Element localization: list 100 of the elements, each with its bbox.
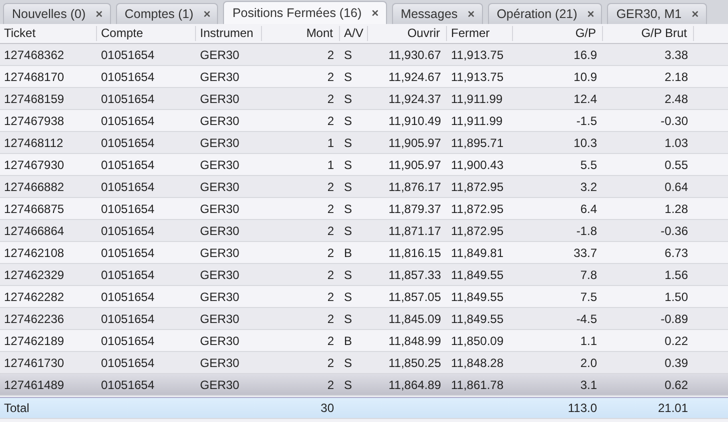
table-cell-text: 10.3 (572, 136, 598, 150)
table-cell-text: 11,816.15 (388, 246, 442, 260)
table-cell-text: GER30 (199, 246, 240, 260)
table-cell-text: 11,910.49 (388, 114, 442, 128)
table-cell-text: GER30 (199, 158, 240, 172)
table-cell-text: 11,872.95 (450, 224, 504, 238)
table-row[interactable]: 127466864 01051654 GER30 2 S 11,871.17 11,872.95 -1.8 -0.36 (0, 220, 728, 242)
table-cell-text: GER30 (199, 136, 240, 150)
table-cell-text: S (343, 224, 354, 238)
table-cell-text: S (343, 136, 354, 150)
table-cell-text: 2 (326, 180, 335, 194)
table-cell-text: 11,850.25 (388, 356, 442, 370)
tab[interactable]: GER30, M1 × (607, 3, 707, 24)
table-cell-text: GER30 (199, 378, 240, 392)
table-cell-text: 2 (326, 312, 335, 326)
table-cell-text: 6.4 (579, 202, 598, 216)
table-cell-text: 0.39 (664, 356, 689, 370)
table-cell-text: 11,849.55 (450, 268, 504, 282)
table-cell-text: S (343, 180, 354, 194)
table-cell-text: 127461489 (3, 378, 66, 392)
table-cell-text: S (343, 114, 354, 128)
table-cell-text: 0.22 (664, 334, 689, 348)
table-cell-text: 01051654 (100, 378, 156, 392)
tab[interactable]: Comptes (1) × (116, 3, 218, 24)
table-cell-text: 01051654 (100, 202, 156, 216)
table-cell-text: 01051654 (100, 224, 156, 238)
table-cell-text: 11,924.67 (388, 70, 442, 84)
table-cell-text: GER30 (199, 70, 240, 84)
table-cell-text: 11,849.55 (450, 312, 504, 326)
table-cell-text: 11,879.37 (388, 202, 442, 216)
close-icon[interactable]: × (96, 7, 103, 21)
column-header[interactable]: Compte (97, 26, 196, 41)
table-row[interactable]: 127466882 01051654 GER30 2 S 11,876.17 11,872.95 3.2 0.64 (0, 176, 728, 198)
table-cell-text: 127466882 (3, 180, 66, 194)
total-cell-text: 21.01 (656, 401, 689, 415)
table-cell-text: GER30 (199, 114, 240, 128)
table-cell-text: 127467930 (3, 158, 66, 172)
table-row[interactable]: 127461489 01051654 GER30 2 S 11,864.89 11,861.78 3.1 0.62 (0, 374, 728, 396)
table-cell-text: 7.5 (579, 290, 598, 304)
column-header[interactable]: Fermer (447, 26, 513, 41)
column-header[interactable]: Instrumen (196, 26, 262, 41)
table-cell-text: 10.9 (572, 70, 598, 84)
table-cell-text: GER30 (199, 268, 240, 282)
table-cell-text: GER30 (199, 312, 240, 326)
tab[interactable]: Messages × (392, 3, 483, 24)
column-header[interactable]: G/P (513, 26, 603, 41)
table-cell-text: 01051654 (100, 312, 156, 326)
close-icon[interactable]: × (692, 7, 699, 21)
column-header[interactable]: G/P Brut (603, 26, 694, 41)
table-cell-text: S (343, 70, 354, 84)
table-cell-text: S (343, 378, 354, 392)
table-row[interactable]: 127462329 01051654 GER30 2 S 11,857.33 11,849.55 7.8 1.56 (0, 264, 728, 286)
table-cell-text: 127468170 (3, 70, 66, 84)
column-header[interactable]: Ticket (0, 26, 97, 41)
table-cell-text: 127462236 (3, 312, 66, 326)
table-row[interactable]: 127461730 01051654 GER30 2 S 11,850.25 11,848.28 2.0 0.39 (0, 352, 728, 374)
table-cell-text: S (343, 290, 354, 304)
column-header[interactable]: Mont (262, 26, 340, 41)
column-header[interactable]: A/V (340, 26, 368, 41)
table-row[interactable]: 127468362 01051654 GER30 2 S 11,930.67 11,913.75 16.9 3.38 (0, 44, 728, 66)
table-cell-text: 11,930.67 (388, 48, 442, 62)
table-cell-text: 01051654 (100, 180, 156, 194)
table-cell-text: S (343, 356, 354, 370)
table-cell-text: GER30 (199, 224, 240, 238)
table-row[interactable]: 127468159 01051654 GER30 2 S 11,924.37 11,911.99 12.4 2.48 (0, 88, 728, 110)
close-icon[interactable]: × (587, 7, 594, 21)
table-cell-text: 2 (326, 92, 335, 106)
table-cell-text: S (343, 158, 354, 172)
table-cell-text: 127462329 (3, 268, 66, 282)
table-cell-text: -0.89 (660, 312, 689, 326)
table-cell-text: 11,924.37 (388, 92, 442, 106)
table-cell-text: 11,913.75 (450, 48, 504, 62)
table-row[interactable]: 127462236 01051654 GER30 2 S 11,845.09 11,849.55 -4.5 -0.89 (0, 308, 728, 330)
table-cell-text: 01051654 (100, 334, 156, 348)
column-header[interactable]: Ouvrir (368, 26, 447, 41)
close-icon[interactable]: × (468, 7, 475, 21)
tab[interactable]: Opération (21) × (488, 3, 602, 24)
table-cell-text: 33.7 (572, 246, 598, 260)
table-cell-text: -0.30 (660, 114, 689, 128)
table-cell-text: 11,911.99 (450, 92, 504, 106)
tab[interactable]: Positions Fermées (16) × (223, 1, 387, 24)
table-cell-text: 11,913.75 (450, 70, 504, 84)
table-cell-text: 11,905.97 (388, 136, 442, 150)
table-row[interactable]: 127468112 01051654 GER30 1 S 11,905.97 11,895.71 10.3 1.03 (0, 132, 728, 154)
total-cell-text: Total (3, 401, 30, 415)
table-cell-text: S (343, 268, 354, 282)
total-cell-text: 113.0 (566, 401, 598, 415)
table-cell-text: 11,872.95 (450, 202, 504, 216)
table-cell-text: GER30 (199, 202, 240, 216)
table-cell-text: 11,848.99 (388, 334, 442, 348)
close-icon[interactable]: × (203, 7, 210, 21)
table-cell-text: GER30 (199, 290, 240, 304)
table-cell-text: 1.03 (664, 136, 689, 150)
table-cell-text: 127468362 (3, 48, 66, 62)
tab[interactable]: Nouvelles (0) × (3, 3, 111, 24)
close-icon[interactable]: × (372, 6, 379, 20)
table-cell-text: 3.2 (579, 180, 598, 194)
table-cell-text: 1 (326, 136, 335, 150)
table-cell-text: 127466864 (3, 224, 66, 238)
total-cell-text: 30 (320, 401, 335, 415)
